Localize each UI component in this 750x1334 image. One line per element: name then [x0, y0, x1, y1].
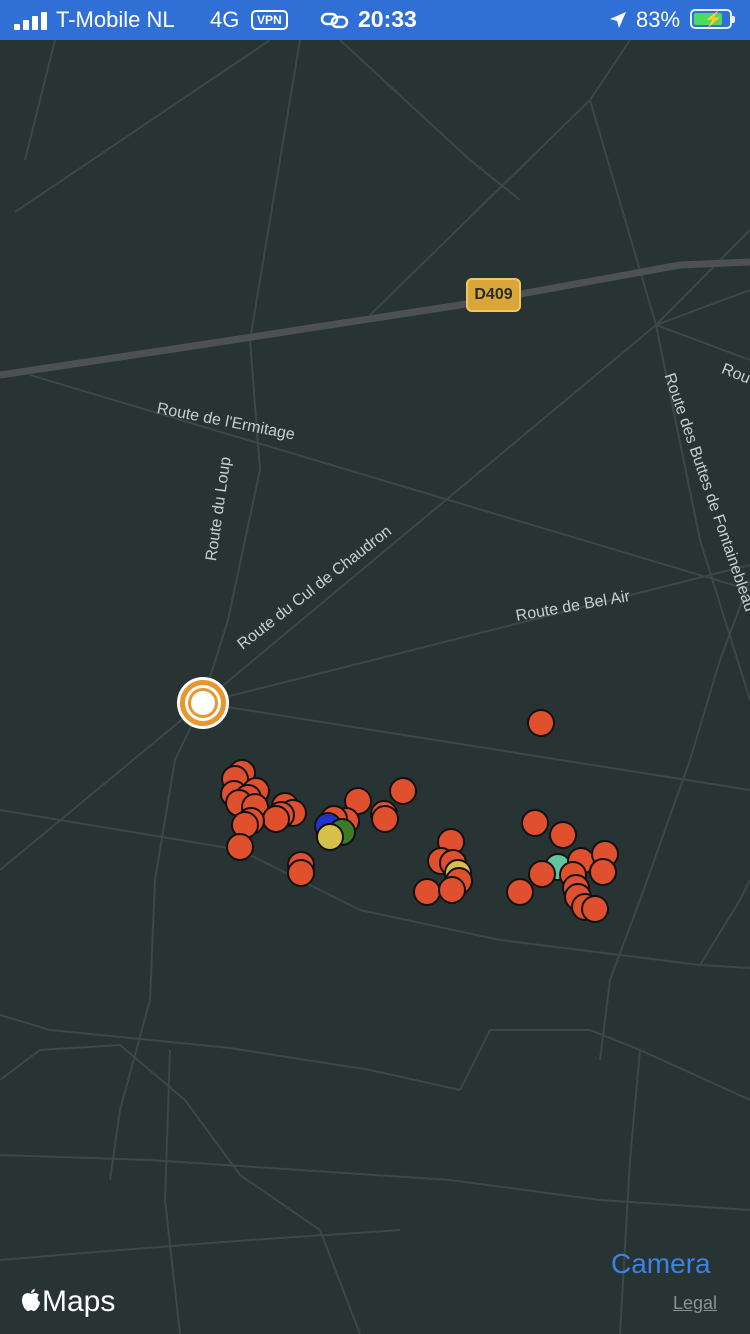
- apple-logo-icon: [22, 1289, 40, 1311]
- status-bar: T-Mobile NL 4G VPN 20:33 83% ⚡: [0, 0, 750, 40]
- map-view[interactable]: Route de l'Ermitage Route du Loup Route …: [0, 40, 750, 1334]
- user-location-marker[interactable]: [177, 677, 229, 729]
- battery-percent: 83%: [636, 7, 681, 32]
- observation-marker-red[interactable]: [521, 809, 549, 837]
- observation-marker-yellow[interactable]: [316, 823, 344, 851]
- carrier-name: T-Mobile NL: [56, 7, 175, 32]
- maps-label: Maps: [42, 1285, 116, 1318]
- maps-attribution[interactable]: Maps: [20, 1285, 115, 1319]
- observation-marker-red[interactable]: [549, 821, 577, 849]
- observation-marker-red[interactable]: [413, 878, 441, 906]
- observation-marker-red[interactable]: [371, 805, 399, 833]
- camera-button[interactable]: Camera: [611, 1248, 711, 1280]
- signal-strength-icon: [14, 10, 48, 30]
- observation-marker-red[interactable]: [581, 895, 609, 923]
- clock: 20:33: [358, 6, 417, 32]
- observation-marker-red[interactable]: [506, 878, 534, 906]
- road-network: [0, 40, 750, 1334]
- link-icon: [320, 12, 349, 29]
- battery-icon: ⚡: [690, 9, 735, 29]
- vpn-badge: VPN: [251, 10, 288, 30]
- observation-marker-red[interactable]: [287, 859, 315, 887]
- network-type: 4G: [210, 7, 240, 32]
- observation-marker-red[interactable]: [226, 833, 254, 861]
- observation-marker-red[interactable]: [389, 777, 417, 805]
- observation-marker-red[interactable]: [262, 805, 290, 833]
- observation-marker-red[interactable]: [527, 709, 555, 737]
- route-shield-d409: D409: [466, 278, 521, 312]
- legal-link[interactable]: Legal: [673, 1293, 717, 1314]
- location-arrow-icon: [610, 12, 626, 28]
- observation-marker-red[interactable]: [589, 858, 617, 886]
- observation-marker-red[interactable]: [528, 860, 556, 888]
- observation-marker-red[interactable]: [438, 876, 466, 904]
